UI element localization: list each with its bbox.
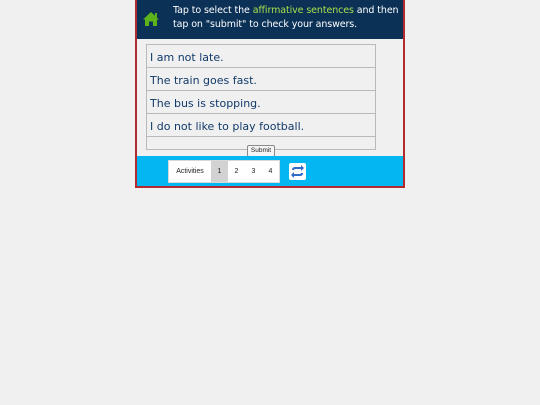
- submit-area: Submit: [147, 137, 375, 157]
- instruction-before: Tap to select the: [173, 5, 253, 16]
- activities-pager: Activities 1 2 3 4: [168, 160, 280, 183]
- instruction-text: Tap to select the affirmative sentences …: [173, 4, 401, 32]
- home-icon: [143, 12, 159, 26]
- activities-label: Activities: [176, 168, 204, 175]
- sentence-option-3[interactable]: The bus is stopping.: [147, 91, 375, 114]
- instruction-highlight: affirmative sentences: [252, 5, 354, 16]
- page-2-button[interactable]: 2: [228, 161, 245, 182]
- instruction-header: Tap to select the affirmative sentences …: [137, 0, 403, 40]
- activity-frame: Tap to select the affirmative sentences …: [135, 0, 405, 188]
- sentence-option-2[interactable]: The train goes fast.: [147, 68, 375, 91]
- sentence-option-4[interactable]: I do not like to play football.: [147, 114, 375, 137]
- page-3-button[interactable]: 3: [245, 161, 262, 182]
- page-1-button[interactable]: 1: [211, 161, 228, 182]
- refresh-icon: [291, 165, 304, 178]
- home-button[interactable]: [142, 11, 160, 27]
- footer-bar: Activities 1 2 3 4: [137, 156, 403, 186]
- sentence-list: I am not late. The train goes fast. The …: [146, 44, 376, 157]
- page-4-button[interactable]: 4: [262, 161, 279, 182]
- sentence-option-1[interactable]: I am not late.: [147, 45, 375, 68]
- refresh-button[interactable]: [289, 163, 306, 180]
